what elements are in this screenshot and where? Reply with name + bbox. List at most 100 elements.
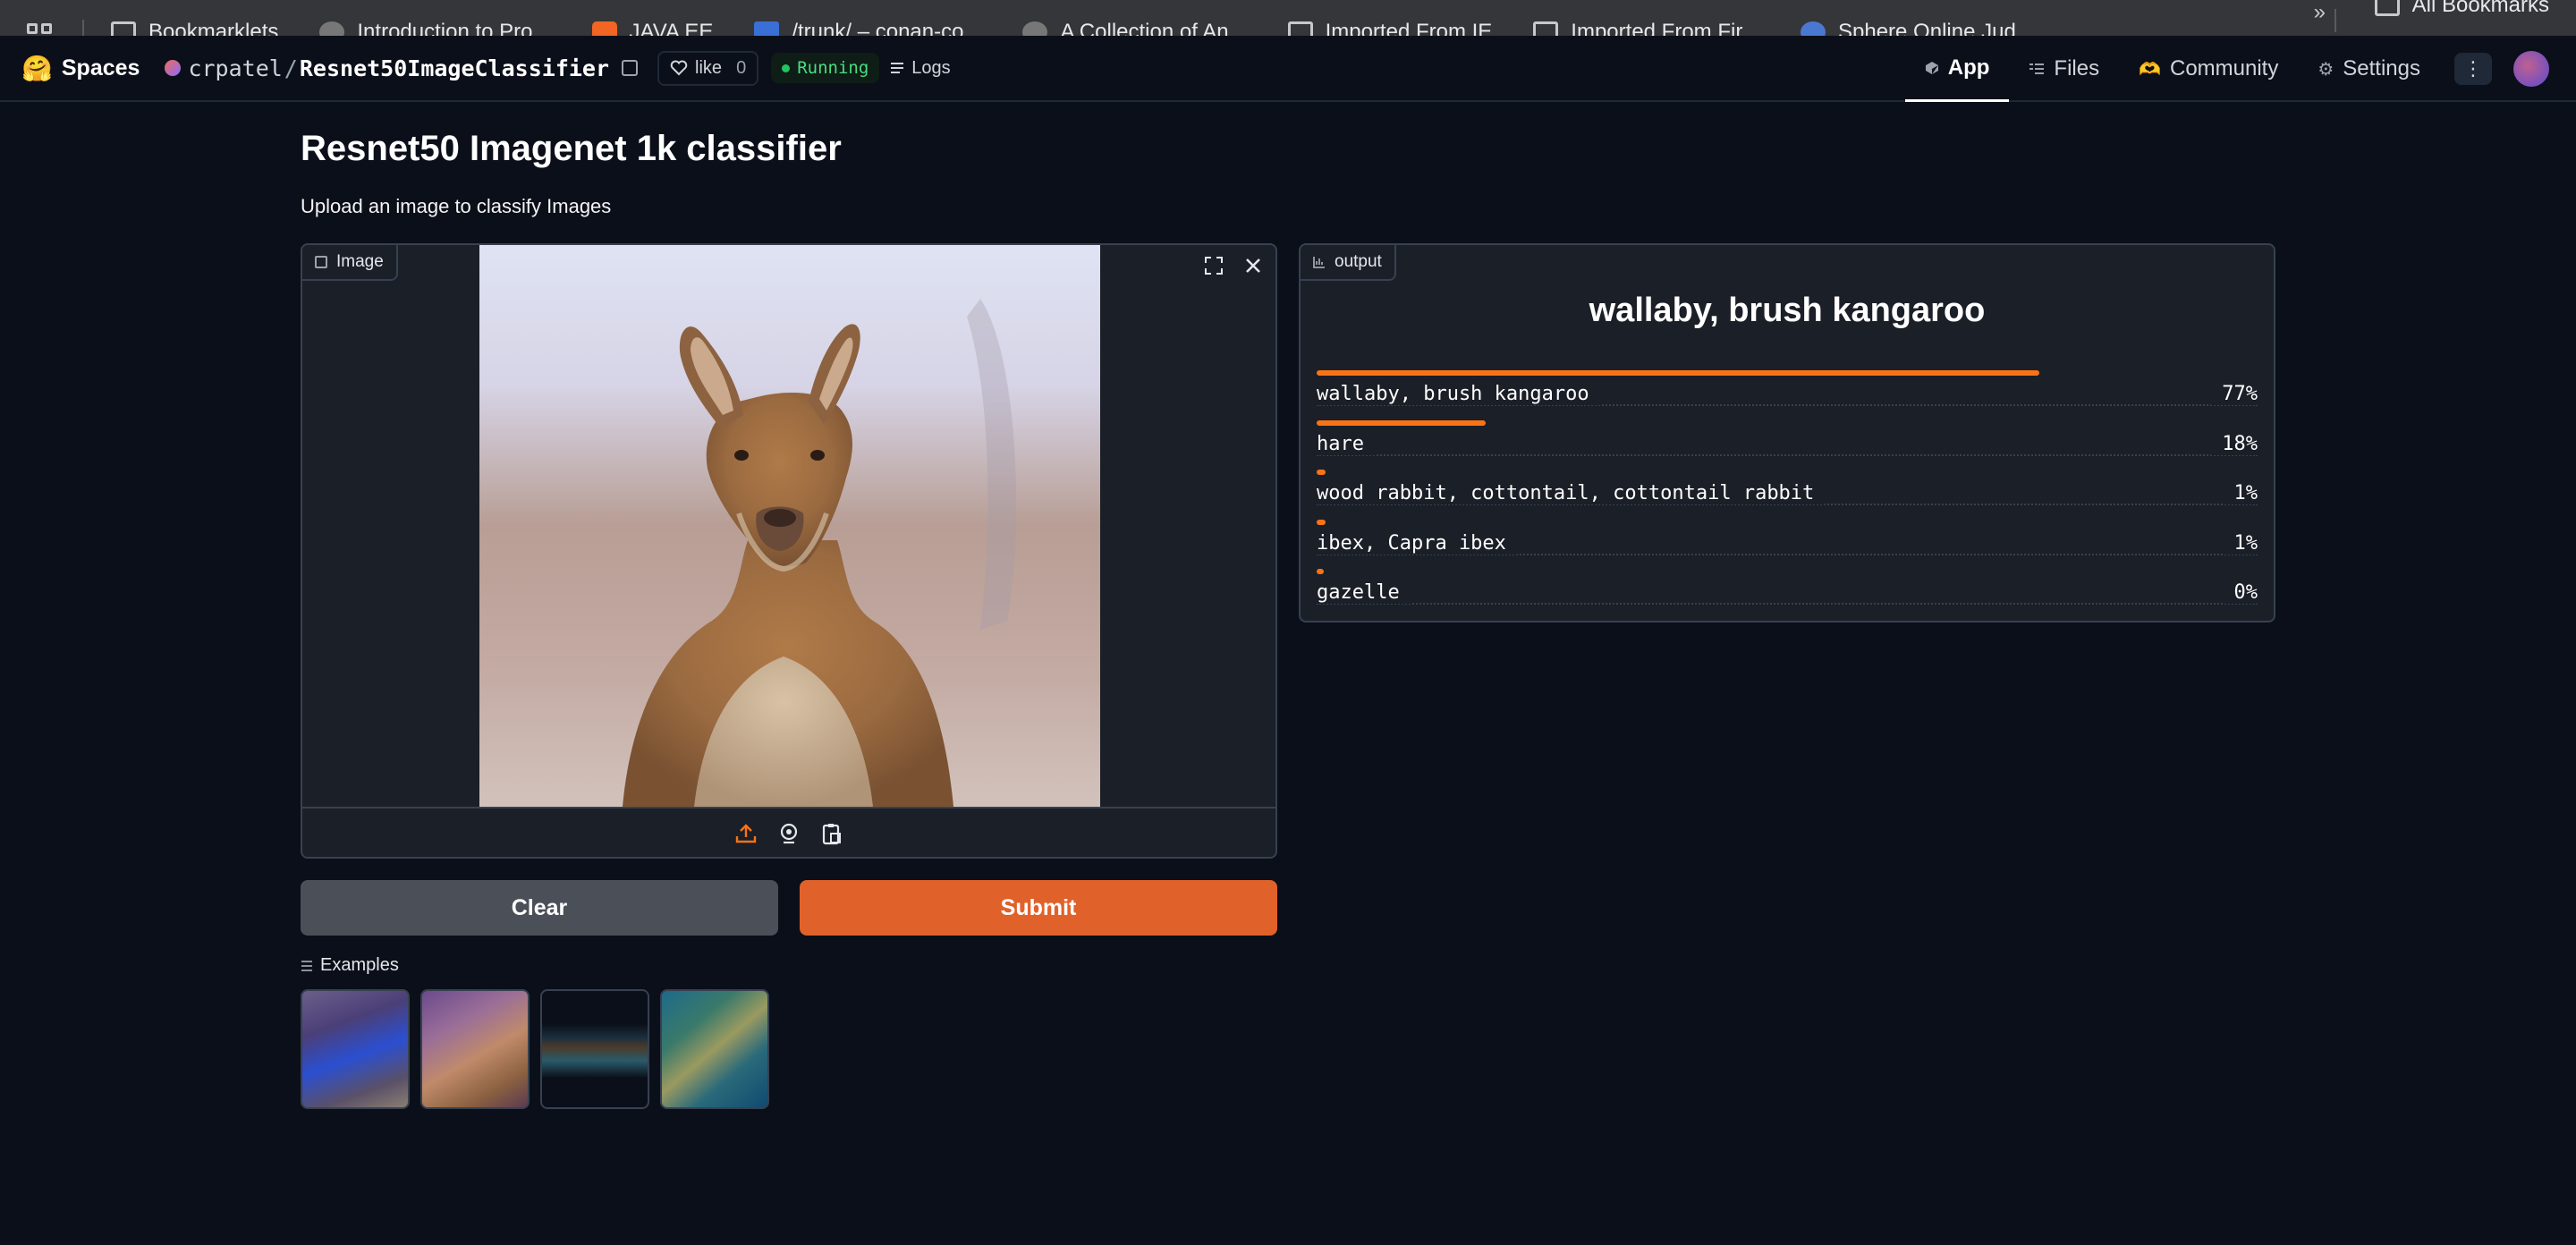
confidence-label: hare [1317,432,1375,455]
examples-gallery [301,989,769,1109]
fullscreen-icon[interactable] [1200,252,1227,279]
repo-name-link[interactable]: Resnet50ImageClassifier [300,55,609,81]
output-label: output [1301,245,1396,281]
confidence-label: wallaby, brush kangaroo [1317,383,1600,405]
gear-icon: ⚙ [2318,59,2334,80]
folder-icon [1533,21,1559,36]
example-image-lobster[interactable] [420,989,530,1109]
bookmark-collection[interactable]: A Collection of An... [1022,20,1247,36]
image-icon [315,256,327,268]
tab-app[interactable]: App [1904,36,2010,102]
example-image-fish[interactable] [540,989,649,1109]
confidence-bar [1317,419,1486,426]
page-title: Resnet50 Imagenet 1k classifier [301,129,842,168]
image-source-bar [302,807,1275,857]
confidence-row: gazelle 0% [1317,569,2258,619]
space-nav: App Files 🫶 Community ⚙ Settings ⋮ [1904,36,2576,102]
confidence-bar [1317,470,1326,475]
bookmark-bookmarklets[interactable]: Bookmarklets [111,20,278,36]
upload-icon[interactable] [734,822,758,845]
globe-favicon-icon [1022,21,1048,36]
bookmark-trunk[interactable]: /trunk/ – conan-co... [754,20,981,36]
files-icon [2029,64,2045,74]
page-description: Upload an image to classify Images [301,195,612,217]
bookmarks-bar: Bookmarklets Introduction to Pro... JAVA… [0,0,2576,36]
top-prediction: wallaby, brush kangaroo [1589,292,1986,329]
uploaded-image [479,245,1100,807]
spaces-link[interactable]: Spaces [62,55,140,81]
tab-community[interactable]: 🫶 Community [2119,36,2298,102]
close-icon[interactable] [1240,252,1267,279]
tab-files-label: Files [2054,56,2100,80]
example-image-turtle[interactable] [660,989,769,1109]
confidence-value: 1% [2223,482,2258,504]
confidence-label: wood rabbit, cottontail, cottontail rabb… [1317,482,1826,504]
bookmarks-overflow-icon[interactable]: » [2314,0,2326,25]
folder-icon [111,21,136,36]
repo-separator: / [284,55,298,81]
confidence-list: wallaby, brush kangaroo 77% hare 18% wood ra… [1317,370,2258,619]
tab-files[interactable]: Files [2009,36,2119,102]
user-avatar[interactable] [2513,51,2549,87]
confidence-bar [1317,370,2039,376]
bookmark-imported-firefox[interactable]: Imported From Fir... [1533,20,1759,36]
confidence-value: 18% [2211,432,2258,455]
status-dot-icon [782,64,791,72]
output-panel: output wallaby, brush kangaroo wallaby, … [1299,243,2275,622]
bookmark-imported-ie[interactable]: Imported From IE [1287,20,1492,36]
all-bookmarks[interactable]: All Bookmarks [2374,0,2549,18]
repo-owner-link[interactable]: crpatel [188,55,282,81]
image-tools [1200,252,1267,279]
list-icon [301,960,312,971]
image-label: Image [302,245,398,281]
example-image-lobster-blue[interactable] [301,989,410,1109]
like-count: 0 [736,57,747,78]
owner-avatar [165,60,182,76]
confidence-label: ibex, Capra ibex [1317,531,1517,555]
logs-label: Logs [911,57,951,78]
like-button[interactable]: like 0 [657,50,759,86]
bookmarks-divider [2334,9,2336,32]
bookmarks-divider [82,20,84,36]
copy-icon[interactable] [622,60,639,76]
confidence-label: gazelle [1317,581,1411,604]
heart-icon [670,60,688,76]
confidence-row: ibex, Capra ibex 1% [1317,519,2258,570]
community-icon: 🫶 [2139,59,2161,80]
confidence-dotted-line [1317,603,2258,605]
cube-icon [1925,61,1938,74]
apps-grid-icon[interactable] [27,23,55,36]
confidence-value: 77% [2211,383,2258,405]
like-label: like [695,57,723,78]
tab-app-label: App [1947,55,1990,80]
status-badge[interactable]: Running [771,53,880,83]
folder-icon [2374,0,2400,16]
folder-icon [1287,21,1313,36]
examples-label: Examples [301,955,399,976]
site-favicon-icon [319,21,345,36]
orange-favicon-icon [591,21,617,36]
bookmark-sphere[interactable]: Sphere Online Jud... [1801,20,2034,36]
more-options-icon[interactable]: ⋮ [2454,53,2492,85]
submit-button[interactable]: Submit [800,880,1277,936]
tab-community-label: Community [2169,56,2279,80]
confidence-row: wood rabbit, cottontail, cottontail rabb… [1317,470,2258,520]
bookmark-introduction[interactable]: Introduction to Pro... [319,20,551,36]
bookmark-java-ee[interactable]: JAVA EE [591,20,713,36]
gears-favicon-icon [1801,21,1826,36]
trac-favicon-icon [754,21,780,36]
kangaroo-image [479,245,1100,807]
tab-settings-label: Settings [2343,56,2420,80]
tab-settings[interactable]: ⚙ Settings [2298,36,2440,102]
clipboard-icon[interactable] [820,822,843,845]
confidence-value: 1% [2223,531,2258,555]
image-input-panel[interactable]: Image [301,243,1277,859]
clear-button[interactable]: Clear [301,880,778,936]
confidence-row: wallaby, brush kangaroo 77% [1317,370,2258,420]
space-header: 🤗 Spaces crpatel / Resnet50ImageClassifi… [0,36,2576,102]
hugging-face-logo-icon[interactable]: 🤗 [21,54,53,83]
logs-button[interactable]: Logs [890,57,951,79]
status-text: Running [797,58,869,78]
confidence-bar [1317,519,1326,525]
webcam-icon[interactable] [777,822,801,845]
